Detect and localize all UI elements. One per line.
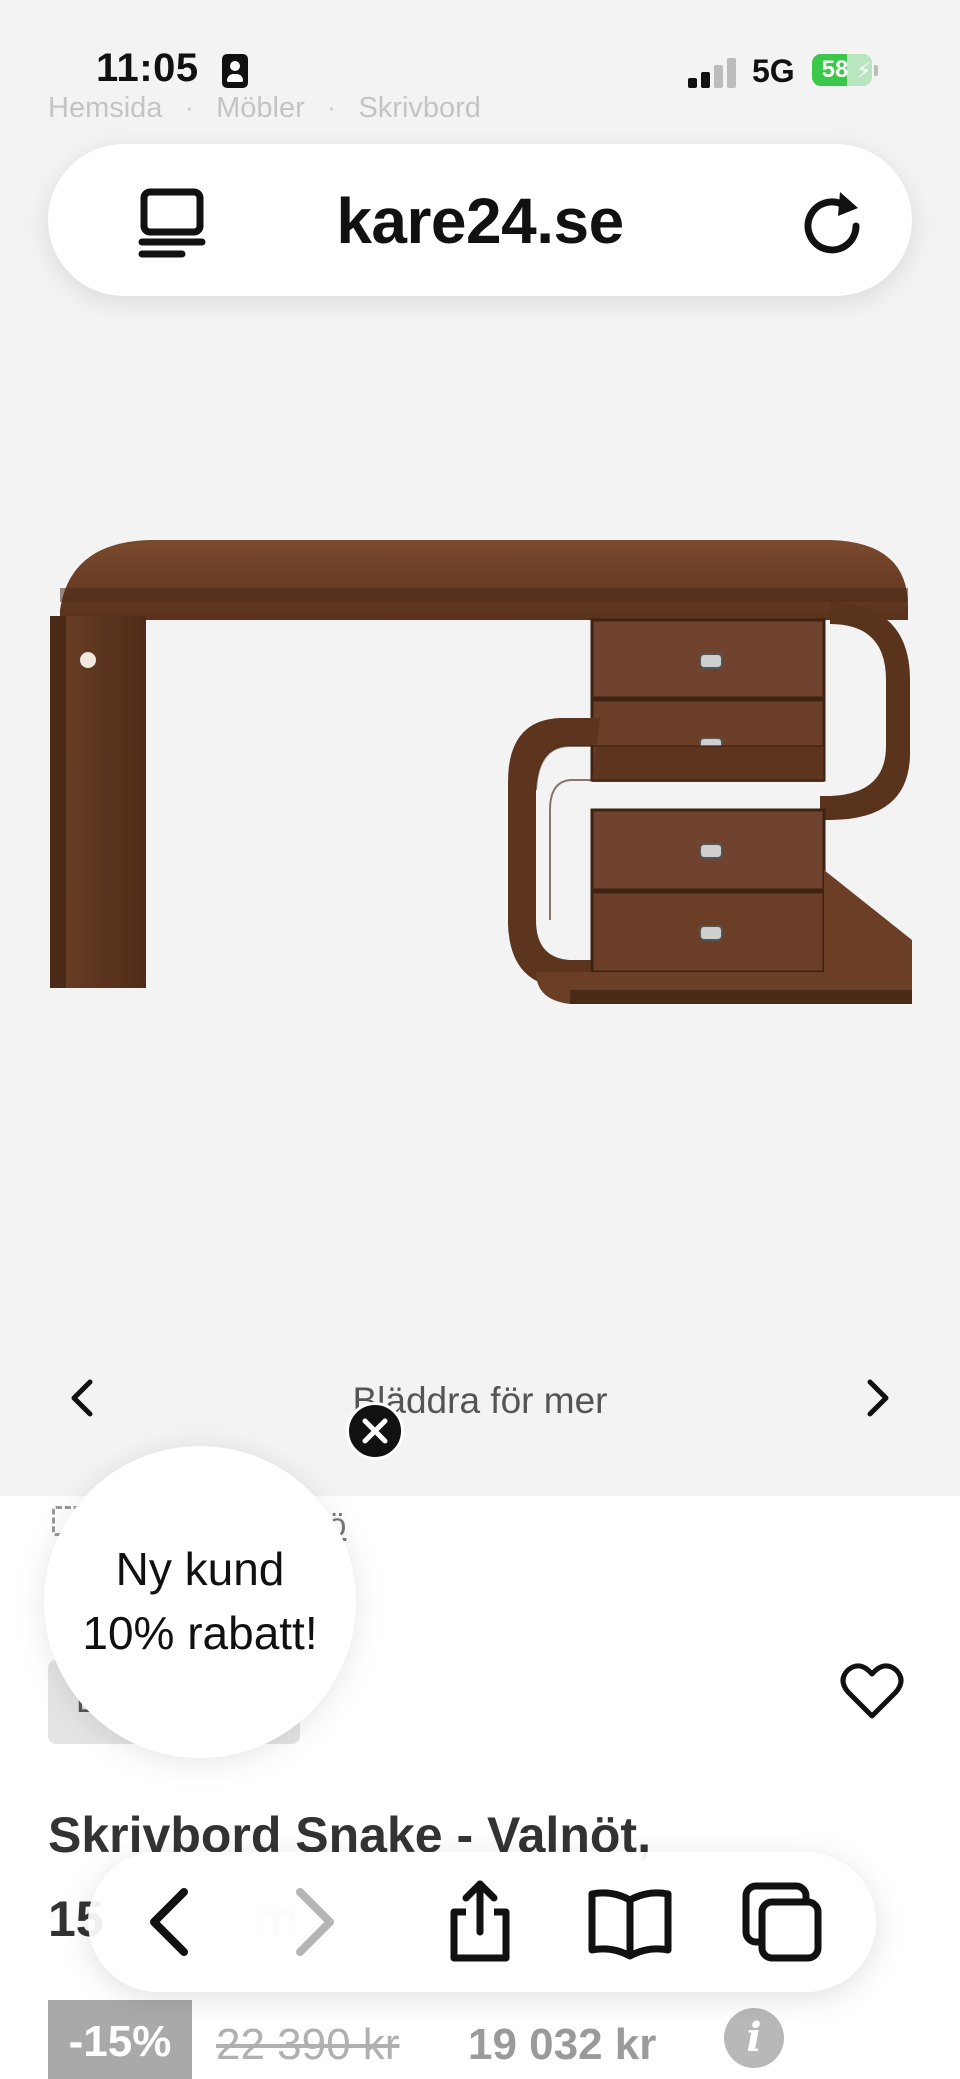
price-row: -15% 22 390 kr 19 032 kr i [48,2000,948,2079]
network-type: 5G [752,53,795,89]
product-image[interactable] [40,520,920,1020]
gallery-navigation: Bläddra för mer [0,1366,960,1436]
breadcrumb-home[interactable]: Hemsida [48,92,162,125]
breadcrumb: Hemsida · Möbler · Skrivbord [48,92,481,125]
signal-icon [688,58,736,88]
share-icon[interactable] [436,1878,524,1966]
id-badge-icon [222,54,248,88]
battery-icon: 58 ⚡ [812,54,878,86]
heart-icon[interactable] [840,1662,904,1722]
status-time: 11:05 [96,46,199,90]
promo-line-2: 10% rabatt! [82,1607,318,1659]
info-icon[interactable]: i [724,2008,784,2068]
browser-toolbar [88,1852,876,1992]
current-price: 19 032 kr [468,2020,657,2069]
forward-icon[interactable] [268,1878,356,1966]
promo-line-1: Ny kund [115,1543,285,1595]
back-icon[interactable] [128,1878,216,1966]
battery-level: 58 [821,56,849,83]
bookmarks-icon[interactable] [586,1878,674,1966]
tabs-icon[interactable] [738,1878,826,1966]
breadcrumb-desks[interactable]: Skrivbord [358,92,481,125]
old-price: 22 390 kr [216,2020,400,2069]
close-icon[interactable] [346,1402,404,1460]
breadcrumb-separator: · [184,92,195,124]
gallery-hint: Bläddra för mer [352,1380,608,1421]
discount-badge: -15% [48,2000,192,2079]
promo-badge[interactable]: Ny kund 10% rabatt! [44,1446,356,1758]
url-text[interactable]: kare24.se [48,184,912,258]
chevron-right-icon[interactable] [854,1376,898,1420]
address-bar[interactable]: kare24.se [48,144,912,296]
reload-icon[interactable] [796,186,868,258]
breadcrumb-furniture[interactable]: Möbler [216,92,305,125]
breadcrumb-separator: · [326,92,337,124]
